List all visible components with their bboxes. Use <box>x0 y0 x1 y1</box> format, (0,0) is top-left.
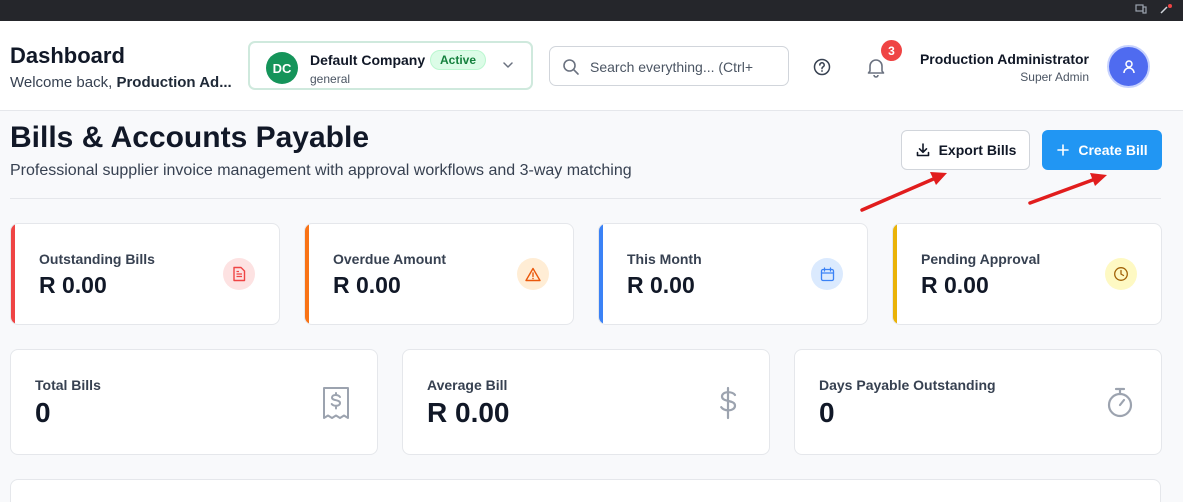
welcome-text: Welcome back, Production Ad... <box>10 74 240 91</box>
company-status-badge: Active <box>430 50 487 70</box>
stat-value: R 0.00 <box>921 272 989 298</box>
page-title: Bills & Accounts Payable <box>10 121 370 154</box>
window-top-strip <box>0 0 1183 21</box>
stat-value: 0 <box>35 397 51 428</box>
clock-icon <box>1105 258 1137 290</box>
stat-card-average-bill: Average Bill R 0.00 <box>402 349 770 455</box>
annotation-arrows <box>860 172 1107 212</box>
arrow-to-export-icon <box>860 172 947 212</box>
stat-value: R 0.00 <box>627 272 695 298</box>
content-card <box>10 479 1161 502</box>
stopwatch-icon <box>1107 387 1133 418</box>
stat-accent-bar <box>893 224 897 324</box>
company-subtitle: general <box>310 72 351 86</box>
create-bill-button[interactable]: Create Bill <box>1042 130 1162 170</box>
chevron-down-icon <box>503 62 513 68</box>
stat-value: R 0.00 <box>39 272 107 298</box>
stat-card-total-bills: Total Bills 0 <box>10 349 378 455</box>
notifications-count-badge: 3 <box>881 40 902 61</box>
help-icon[interactable] <box>812 57 832 77</box>
stat-card-pending-approval: Pending Approval R 0.00 <box>892 223 1162 325</box>
devices-icon[interactable] <box>1135 1 1147 14</box>
stat-label: This Month <box>627 251 702 267</box>
stat-card-outstanding-bills: Outstanding Bills R 0.00 <box>10 223 280 325</box>
company-avatar: DC <box>266 52 298 84</box>
create-bill-label: Create Bill <box>1078 142 1148 158</box>
download-icon <box>916 143 929 157</box>
user-role: Super Admin <box>1020 70 1089 84</box>
search-icon <box>563 59 579 75</box>
company-switcher[interactable]: DC Default Company Active general <box>248 41 533 90</box>
welcome-prefix: Welcome back, <box>10 74 113 91</box>
stat-accent-bar <box>305 224 309 324</box>
stat-card-overdue-amount: Overdue Amount R 0.00 <box>304 223 574 325</box>
stat-value: R 0.00 <box>427 397 510 428</box>
welcome-user-name: Production Ad... <box>116 74 232 91</box>
calendar-icon <box>811 258 843 290</box>
plus-icon <box>1057 144 1070 156</box>
stat-label: Days Payable Outstanding <box>819 377 996 393</box>
stat-label: Average Bill <box>427 377 508 393</box>
dollar-icon <box>720 386 737 420</box>
search-input[interactable] <box>590 55 782 79</box>
stat-accent-bar <box>11 224 15 324</box>
stat-label: Pending Approval <box>921 251 1041 267</box>
stat-label: Overdue Amount <box>333 251 447 267</box>
header-title: Dashboard <box>10 43 125 68</box>
user-avatar[interactable] <box>1107 45 1150 88</box>
arrow-to-create-icon <box>1028 173 1107 205</box>
warning-icon <box>517 258 549 290</box>
stat-accent-bar <box>599 224 603 324</box>
extension-icon[interactable] <box>1159 1 1172 14</box>
export-bills-label: Export Bills <box>938 142 1017 158</box>
stat-value: 0 <box>819 397 835 428</box>
export-bills-button[interactable]: Export Bills <box>901 130 1030 170</box>
stat-label: Outstanding Bills <box>39 251 155 267</box>
page-subtitle: Professional supplier invoice management… <box>10 162 632 179</box>
stat-card-days-payable-outstanding: Days Payable Outstanding 0 <box>794 349 1162 455</box>
stat-value: R 0.00 <box>333 272 401 298</box>
global-search[interactable] <box>549 46 789 86</box>
document-icon <box>223 258 255 290</box>
app-header: Dashboard Welcome back, Production Ad...… <box>0 21 1183 111</box>
user-icon <box>1122 59 1135 73</box>
strip-icons <box>1135 0 1172 14</box>
stat-card-this-month: This Month R 0.00 <box>598 223 868 325</box>
user-name: Production Administrator <box>919 51 1089 67</box>
company-name: Default Company <box>310 52 426 68</box>
receipt-icon <box>323 387 349 419</box>
stat-label: Total Bills <box>35 377 101 393</box>
